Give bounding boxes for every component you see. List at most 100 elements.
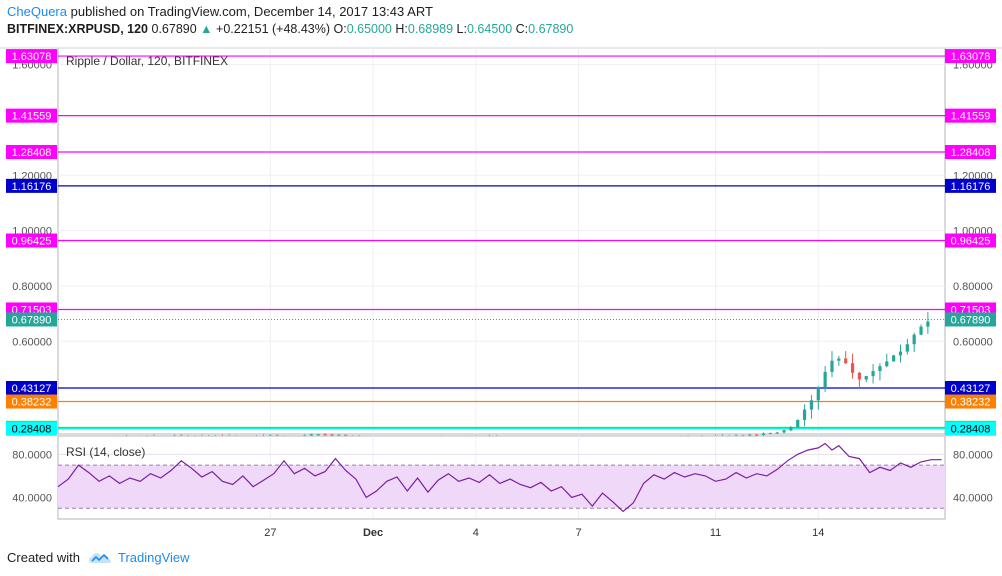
y-tick-label: 1.00000 xyxy=(12,226,52,238)
author-link[interactable]: CheQuera xyxy=(7,4,67,19)
candle-body xyxy=(323,434,327,436)
price-pane[interactable]: 1.00000 1.00000 0.80000 0.80000 0.60000 0.600… xyxy=(0,47,1002,441)
level-price-tag xyxy=(6,145,57,160)
x-tick-label: 4 xyxy=(473,527,479,539)
candle-body xyxy=(172,435,177,437)
candle-body xyxy=(261,435,266,437)
candle-body xyxy=(522,436,526,438)
candle-body xyxy=(850,363,855,373)
candle-body xyxy=(665,436,670,438)
candle-body xyxy=(741,435,745,437)
low-value: 0.64500 xyxy=(466,22,513,36)
candle-body xyxy=(864,376,868,380)
candle-body xyxy=(426,436,430,438)
rsi-tick-label: 80.0000 xyxy=(953,449,993,461)
level-price-tag xyxy=(945,145,996,160)
footer: Created with TradingView xyxy=(7,550,190,565)
candle-body xyxy=(350,435,355,437)
candle-body xyxy=(912,334,916,345)
candle-body xyxy=(748,434,752,436)
candle-body xyxy=(686,436,690,438)
candle-body xyxy=(296,435,300,437)
candle-body xyxy=(275,435,279,437)
candle-body xyxy=(398,437,403,439)
y-tick-label: 1.60000 xyxy=(953,60,993,72)
candle-body xyxy=(659,437,663,439)
level-price-label: 1.16176 xyxy=(951,181,991,193)
up-arrow-icon: ▲ xyxy=(200,22,213,36)
candle-body xyxy=(453,435,457,437)
candle-body xyxy=(385,437,389,439)
rsi-tick-label: 40.0000 xyxy=(12,492,52,504)
candle-body xyxy=(645,437,649,439)
candle-body xyxy=(878,366,882,372)
rsi-title: RSI (14, close) xyxy=(66,445,145,459)
candle-body xyxy=(713,435,718,437)
candle-body xyxy=(611,439,615,441)
rsi-tick-label: 40.0000 xyxy=(953,492,993,504)
candle-body xyxy=(892,355,896,362)
tradingview-brand-link[interactable]: TradingView xyxy=(118,550,190,565)
level-price-tag xyxy=(6,302,57,317)
x-tick-label: 27 xyxy=(264,527,276,539)
candle-body xyxy=(549,437,553,439)
candle-body xyxy=(919,326,923,335)
candle-body xyxy=(234,435,238,437)
candle-body xyxy=(83,436,87,438)
y-tick-label: 1.60000 xyxy=(12,60,52,72)
candle-body xyxy=(844,358,848,364)
x-tick-label: Dec xyxy=(363,527,383,539)
last-price-tag xyxy=(945,312,996,327)
rsi-band xyxy=(58,465,945,509)
candle-body xyxy=(419,436,423,438)
candle-body xyxy=(535,437,540,439)
tradingview-cloud-icon xyxy=(88,552,111,563)
candle-body xyxy=(97,436,101,438)
candle-body xyxy=(563,437,567,439)
candle-body xyxy=(768,432,772,434)
price-chart-title: Ripple / Dollar, 120, BITFINEX xyxy=(66,54,228,68)
level-price-label: 0.43127 xyxy=(12,383,52,395)
candle-body xyxy=(583,438,588,440)
level-price-label: 0.28408 xyxy=(951,424,991,436)
candle-body xyxy=(433,436,437,438)
high-value: 0.68989 xyxy=(407,22,454,36)
candle-body xyxy=(124,435,129,437)
candle-body xyxy=(727,435,731,437)
candle-body xyxy=(179,435,183,437)
candle-body xyxy=(734,435,738,437)
candle-body xyxy=(220,435,224,437)
level-price-tag xyxy=(945,233,996,248)
chart-canvas[interactable]: 1.00000 1.00000 0.80000 0.80000 0.60000 0.600… xyxy=(0,0,1002,576)
level-price-label: 1.28408 xyxy=(12,147,52,159)
candle-body xyxy=(159,436,163,438)
candle-body xyxy=(529,436,533,438)
candle-body xyxy=(152,435,156,437)
level-price-tag xyxy=(6,380,57,395)
candle-body xyxy=(460,435,464,437)
candle-body xyxy=(494,435,498,437)
candle-body xyxy=(905,344,909,352)
x-tick-label: 14 xyxy=(812,527,824,539)
candle-body xyxy=(755,434,759,436)
candle-body xyxy=(501,436,505,438)
candle-body xyxy=(837,358,841,361)
y-tick-label: 1.20000 xyxy=(953,170,993,182)
high-label: H: xyxy=(395,22,408,36)
y-tick-label: 1.00000 xyxy=(953,226,993,238)
candle-body xyxy=(761,433,766,436)
candle-body xyxy=(248,435,252,437)
candle-body xyxy=(679,436,683,438)
rsi-tick-label: 80.0000 xyxy=(12,449,52,461)
symbol-label: BITFINEX:XRPUSD, 120 xyxy=(7,22,149,36)
candle-body xyxy=(309,434,314,436)
candle-body xyxy=(597,439,601,441)
candle-body xyxy=(104,435,108,437)
level-price-label: 0.71503 xyxy=(12,304,52,316)
last-price-tag xyxy=(6,312,57,327)
rsi-pane[interactable]: 80.0000 80.0000 40.0000 40.0000 xyxy=(12,435,993,520)
y-tick-label: 0.60000 xyxy=(953,336,993,348)
level-price-tag xyxy=(945,380,996,395)
candle-body xyxy=(138,436,142,438)
candle-body xyxy=(693,436,697,438)
